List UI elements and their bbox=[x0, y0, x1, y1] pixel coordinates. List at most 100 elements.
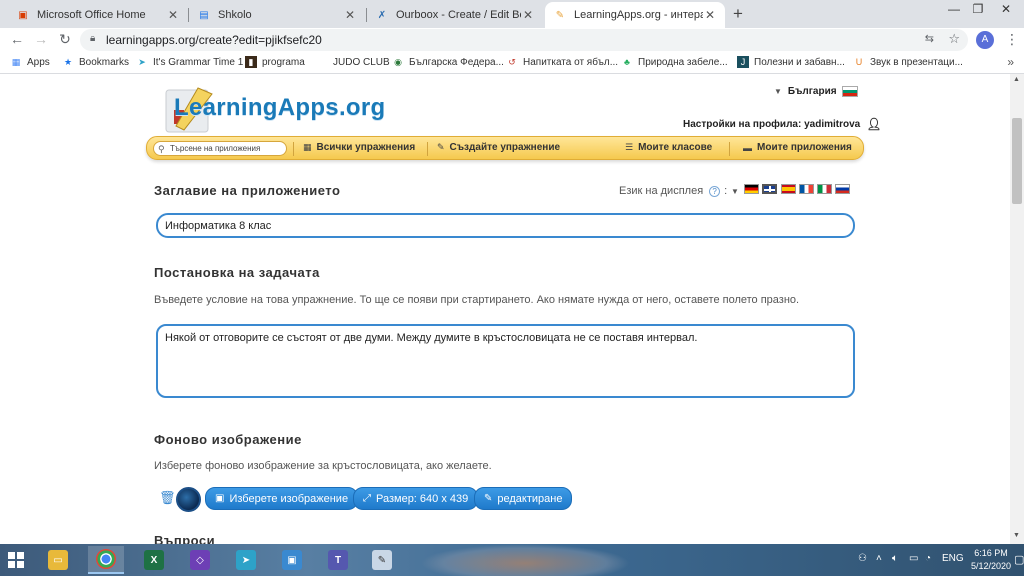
new-tab-button[interactable]: + bbox=[733, 4, 743, 24]
task-description: Въведете условие на това упражнение. То … bbox=[154, 294, 800, 306]
translate-icon[interactable]: ⇆ bbox=[925, 32, 934, 45]
tab-office[interactable]: ▣ Microsoft Office Home ✕ bbox=[8, 2, 188, 28]
taskbar-visual-studio[interactable]: ◇ bbox=[182, 546, 218, 574]
address-bar[interactable]: 🔒︎ learningapps.org/create?edit=pjikfsef… bbox=[80, 29, 968, 51]
speaker-icon[interactable]: 🔈︎ bbox=[892, 553, 898, 564]
people-icon[interactable]: ⚇ bbox=[858, 553, 867, 564]
notifications-icon[interactable]: ▢ bbox=[1014, 553, 1024, 566]
scroll-thumb[interactable] bbox=[1012, 118, 1022, 204]
close-tab-icon[interactable]: ✕ bbox=[703, 8, 717, 22]
nav-label: Създайте упражнение bbox=[449, 142, 561, 153]
profile-settings-link[interactable]: Настройки на профила: yadimitrova 👤︎ bbox=[683, 117, 881, 131]
edit-image-button[interactable]: ✎ редактиране bbox=[474, 487, 573, 510]
bookmark-bookmarks[interactable]: ★ Bookmarks bbox=[62, 56, 129, 68]
task-textarea[interactable]: Някой от отговорите се състоят от две ду… bbox=[156, 324, 855, 398]
paper-plane-icon: ➤ bbox=[236, 550, 256, 570]
bookmark-label: Напитката от ябъл... bbox=[523, 56, 619, 68]
close-tab-icon[interactable]: ✕ bbox=[343, 8, 357, 22]
lock-icon[interactable]: 🔒︎ bbox=[90, 33, 95, 44]
grid-icon: ▦ bbox=[303, 142, 312, 152]
leaf-icon: ♣ bbox=[624, 57, 630, 67]
bookmarks-overflow-icon[interactable]: » bbox=[1007, 55, 1014, 69]
close-tab-icon[interactable]: ✕ bbox=[166, 8, 180, 22]
app-title-input[interactable]: Информатика 8 клас bbox=[156, 213, 855, 238]
italian-flag-icon[interactable] bbox=[817, 184, 832, 194]
input-language[interactable]: ENG bbox=[942, 553, 964, 564]
show-hidden-icons-chevron-icon[interactable]: ˄ bbox=[876, 553, 882, 564]
taskbar-teams[interactable]: T bbox=[320, 546, 356, 574]
language-caret-icon[interactable]: ▼ bbox=[731, 187, 739, 196]
russian-flag-icon[interactable] bbox=[835, 184, 850, 194]
close-tab-icon[interactable]: ✕ bbox=[521, 8, 535, 22]
trash-icon[interactable]: 🗑︎ bbox=[159, 490, 176, 506]
country-selector[interactable]: ▼ България bbox=[774, 86, 858, 97]
excel-icon: X bbox=[144, 550, 164, 570]
spanish-flag-icon[interactable] bbox=[781, 184, 796, 194]
taskbar-cube-app[interactable]: ▣ bbox=[274, 546, 310, 574]
nav-create-exercise[interactable]: ✎ Създайте упражнение bbox=[437, 142, 560, 153]
app-search-input[interactable]: ⚲ Търсене на приложения bbox=[153, 141, 287, 156]
bookmarks-bar: ▦ Apps ★ Bookmarks ➤ It's Grammar Time 1 ▮ p… bbox=[0, 52, 1024, 74]
page-scrollbar[interactable]: ▲ ▼ bbox=[1010, 74, 1024, 544]
paint-icon: ✎ bbox=[372, 550, 392, 570]
nav-my-apps[interactable]: ▬ Моите приложения bbox=[743, 142, 852, 153]
search-placeholder: Търсене на приложения bbox=[170, 144, 261, 153]
bookmark-drink[interactable]: ↺ Напитката от ябъл... bbox=[506, 56, 618, 68]
teams-icon: T bbox=[328, 550, 348, 570]
bookmark-apps[interactable]: ▦ Apps bbox=[10, 56, 50, 68]
apps-grid-icon: ▦ bbox=[11, 56, 21, 67]
button-label: Изберете изображение bbox=[229, 492, 349, 505]
nav-my-classes[interactable]: ☰ Моите класове bbox=[625, 142, 712, 153]
bookmark-judo[interactable]: JUDO CLUB bbox=[316, 56, 390, 68]
bookmark-grammar[interactable]: ➤ It's Grammar Time 1 bbox=[136, 56, 243, 68]
close-window-button[interactable]: ✕ bbox=[992, 2, 1020, 16]
windows-start-icon[interactable] bbox=[8, 552, 24, 568]
edit-icon: ✎ bbox=[484, 493, 493, 504]
tab-ourboox[interactable]: ✗ Ourboox - Create / Edit Book ✕ bbox=[367, 2, 543, 28]
battery-icon[interactable]: ▭ bbox=[909, 553, 918, 564]
bookmark-sound[interactable]: U Звук в презентаци... bbox=[853, 56, 963, 68]
restore-button[interactable]: ❐ bbox=[964, 2, 992, 16]
nav-label: Моите класове bbox=[638, 142, 713, 153]
taskbar-paint[interactable]: ✎ bbox=[364, 546, 400, 574]
help-icon[interactable]: ? bbox=[709, 185, 721, 197]
wifi-icon[interactable]: ◔ bbox=[925, 553, 931, 564]
bookmark-nature[interactable]: ♣ Природна забеле... bbox=[621, 56, 728, 68]
scroll-down-icon[interactable]: ▼ bbox=[1013, 532, 1020, 539]
taskbar-file-explorer[interactable]: ▭ bbox=[40, 546, 76, 574]
federation-icon: ◉ bbox=[394, 56, 402, 67]
scroll-up-icon[interactable]: ▲ bbox=[1013, 76, 1020, 83]
reload-icon[interactable]: ↻ bbox=[56, 31, 74, 48]
url-text[interactable]: learningapps.org/create?edit=pjikfsefc20 bbox=[106, 33, 322, 47]
bookmark-label: Apps bbox=[27, 56, 50, 68]
user-icon: 👤︎ bbox=[866, 117, 882, 131]
french-flag-icon[interactable] bbox=[799, 184, 814, 194]
bookmark-federation[interactable]: ◉ Българска Федера... bbox=[392, 56, 504, 68]
bookmark-label: Звук в презентаци... bbox=[870, 56, 963, 68]
site-logo[interactable]: LearningApps.org bbox=[174, 94, 385, 122]
tab-learningapps[interactable]: ✎ LearningApps.org - интерактивн ✕ bbox=[545, 2, 725, 28]
bookmark-useful[interactable]: J Полезни и забавн... bbox=[737, 56, 845, 68]
forward-arrow-icon[interactable]: → bbox=[32, 31, 50, 47]
english-flag-icon[interactable] bbox=[762, 184, 777, 194]
nav-all-exercises[interactable]: ▦ Всички упражнения bbox=[303, 142, 415, 153]
menu-dots-icon[interactable]: ⋮ bbox=[1005, 31, 1019, 48]
display-language-label: Език на дисплея ? : bbox=[619, 185, 727, 197]
questions-heading: Въпроси bbox=[154, 533, 216, 544]
bookmark-programa[interactable]: ▮ programa bbox=[245, 56, 305, 68]
taskbar-excel[interactable]: X bbox=[136, 546, 172, 574]
bookmark-label: programa bbox=[262, 56, 305, 68]
profile-avatar[interactable]: A bbox=[976, 31, 994, 49]
german-flag-icon[interactable] bbox=[744, 184, 759, 194]
clock-time: 6:16 PM bbox=[974, 548, 1008, 558]
choose-image-button[interactable]: ▣ Изберете изображение bbox=[205, 487, 359, 510]
bookmark-star-icon[interactable]: ☆ bbox=[948, 31, 960, 47]
taskbar-chrome[interactable] bbox=[88, 546, 124, 574]
tab-shkolo[interactable]: ▤ Shkolo ✕ bbox=[189, 2, 365, 28]
taskbar-paper-plane[interactable]: ➤ bbox=[228, 546, 264, 574]
folder-icon: ▬ bbox=[743, 142, 752, 153]
image-size-button[interactable]: ⤢ Размер: 640 x 439 bbox=[353, 487, 479, 510]
system-clock[interactable]: 6:16 PM 5/12/2020 bbox=[970, 547, 1012, 573]
background-thumbnail[interactable] bbox=[176, 487, 201, 512]
back-arrow-icon[interactable]: ← bbox=[8, 31, 26, 47]
